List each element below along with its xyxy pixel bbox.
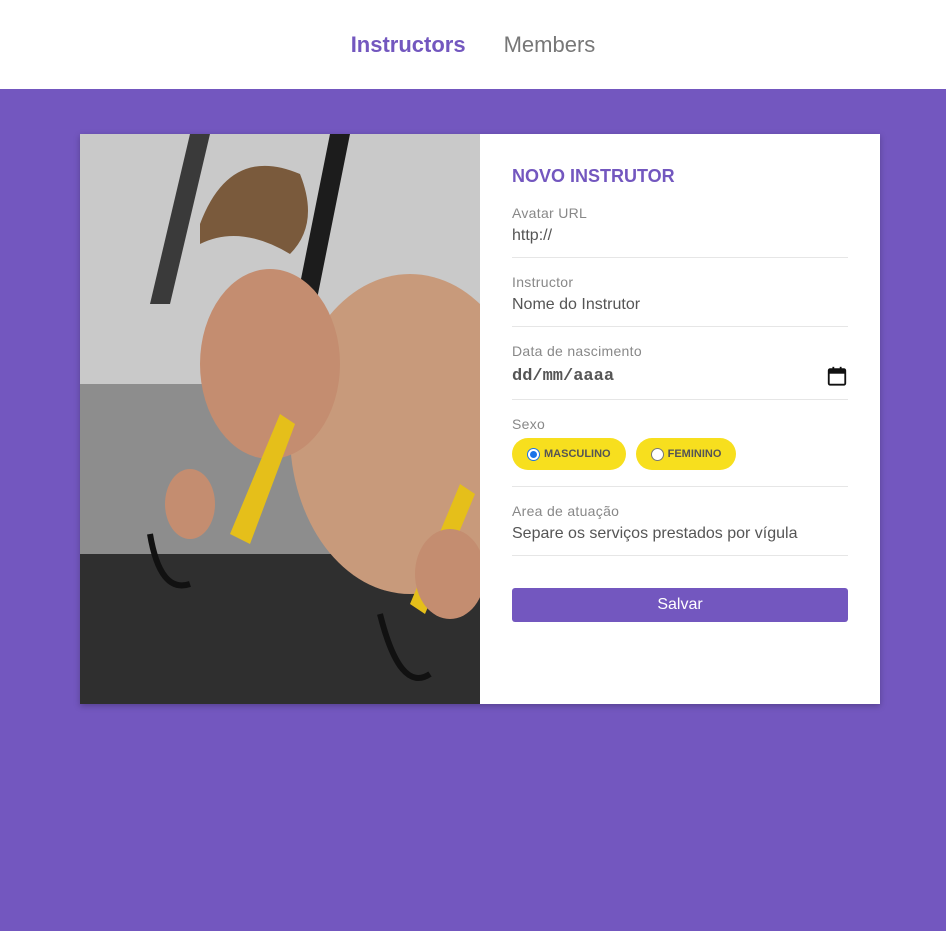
gender-options: Masculino Feminino bbox=[512, 438, 848, 474]
gender-field: Sexo Masculino Feminino bbox=[512, 416, 848, 487]
instructor-name-input[interactable] bbox=[512, 296, 848, 314]
instructor-name-field: Instructor bbox=[512, 274, 848, 327]
top-nav: Instructors Members bbox=[0, 0, 946, 89]
services-label: Area de atuação bbox=[512, 503, 620, 519]
instructor-photo bbox=[80, 134, 480, 704]
gender-option-masculino[interactable]: Masculino bbox=[512, 438, 626, 470]
avatar-url-field: Avatar URL bbox=[512, 205, 848, 258]
gender-label: Sexo bbox=[512, 416, 546, 432]
instructor-card: Novo Instrutor Avatar URL Instructor Dat… bbox=[80, 134, 880, 704]
new-instructor-form: Novo Instrutor Avatar URL Instructor Dat… bbox=[480, 134, 880, 704]
radio-checked-icon[interactable] bbox=[527, 447, 540, 461]
services-field: Area de atuação bbox=[512, 503, 848, 556]
birth-date-label: Data de nascimento bbox=[512, 343, 642, 359]
birth-date-field: Data de nascimento dd/mm/aaaa bbox=[512, 343, 848, 400]
avatar-url-input[interactable] bbox=[512, 227, 848, 245]
birth-date-input[interactable]: dd/mm/aaaa bbox=[512, 365, 848, 387]
calendar-icon[interactable] bbox=[826, 365, 848, 387]
nav-members-link[interactable]: Members bbox=[504, 32, 596, 58]
save-button[interactable]: Salvar bbox=[512, 588, 848, 622]
radio-unchecked-icon[interactable] bbox=[650, 447, 664, 461]
gender-option-label: Masculino bbox=[544, 448, 611, 460]
gender-option-feminino[interactable]: Feminino bbox=[635, 438, 737, 470]
instructor-name-label: Instructor bbox=[512, 274, 574, 290]
nav-instructors-link[interactable]: Instructors bbox=[351, 32, 466, 58]
photo-illustration bbox=[80, 134, 480, 704]
gender-option-label: Feminino bbox=[667, 448, 722, 460]
form-title: Novo Instrutor bbox=[512, 166, 675, 186]
services-input[interactable] bbox=[512, 525, 848, 543]
avatar-url-label: Avatar URL bbox=[512, 205, 588, 221]
birth-date-placeholder: dd/mm/aaaa bbox=[512, 366, 615, 386]
